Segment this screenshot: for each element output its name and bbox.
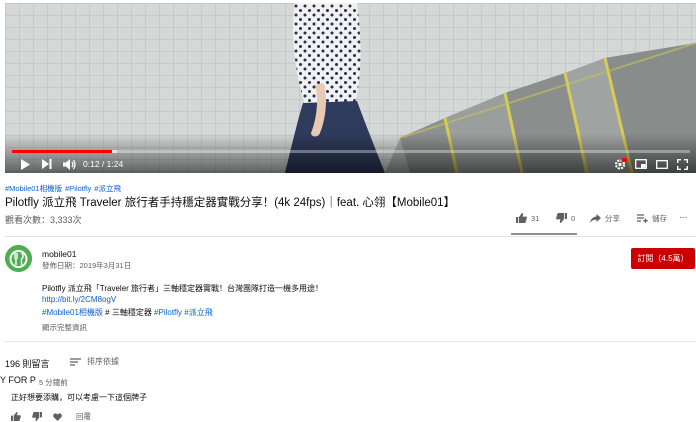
more-actions-button[interactable]: ... bbox=[679, 208, 687, 222]
time-separator: / bbox=[101, 159, 105, 169]
dislike-button[interactable]: 0 bbox=[556, 211, 575, 225]
video-title: Pilotfly 派立飛 Traveler 旅行者手持穩定器實戰分享！(4k 2… bbox=[5, 197, 456, 209]
avatar[interactable] bbox=[5, 245, 32, 272]
reply-button[interactable]: 回覆 bbox=[76, 411, 91, 422]
next-icon bbox=[42, 159, 52, 169]
hashtag-link[interactable]: #派立飛 bbox=[94, 184, 121, 193]
miniplayer-icon bbox=[635, 159, 647, 169]
dislike-count: 0 bbox=[571, 213, 576, 223]
show-more-button[interactable]: 顯示完整資訊 bbox=[42, 322, 87, 333]
like-button[interactable]: 31 bbox=[516, 211, 539, 225]
publish-date: 發佈日期：2019年3月31日 bbox=[42, 261, 132, 270]
comment-count: 196 則留言 bbox=[5, 359, 50, 369]
theater-button[interactable] bbox=[655, 157, 669, 171]
save-label: 儲存 bbox=[652, 213, 667, 223]
share-icon bbox=[590, 213, 601, 223]
sentiment-bar bbox=[511, 233, 577, 235]
share-label: 分享 bbox=[605, 213, 620, 223]
description-text: # 三軸穩定器 bbox=[102, 308, 155, 317]
mobile01-logo-icon bbox=[5, 245, 32, 272]
save-button[interactable]: 儲存 bbox=[637, 211, 667, 225]
volume-icon bbox=[62, 158, 76, 170]
fullscreen-icon bbox=[676, 158, 688, 170]
description-link-line: http://bit.ly/2CM8ogV bbox=[42, 295, 116, 304]
hashtag-link[interactable]: #Pilotfly bbox=[154, 308, 182, 317]
hashtag-link[interactable]: #派立飛 bbox=[184, 308, 212, 317]
more-icon: ... bbox=[679, 209, 688, 221]
settings-icon bbox=[614, 157, 627, 170]
comment-like-button[interactable] bbox=[11, 412, 21, 421]
comment-text: 正好想要添購，可以考慮一下這個牌子 bbox=[11, 393, 147, 402]
description-link[interactable]: http://bit.ly/2CM8ogV bbox=[42, 295, 116, 304]
thumbs-down-icon bbox=[556, 213, 567, 223]
volume-button[interactable] bbox=[62, 157, 76, 171]
progress-bar[interactable] bbox=[12, 150, 690, 153]
divider bbox=[5, 236, 696, 237]
sort-label: 排序依據 bbox=[87, 357, 119, 366]
played-bar bbox=[12, 150, 113, 153]
hashtag-list: #Mobile01相機版 #Pilotfly #派立飛 bbox=[5, 183, 124, 194]
sort-button[interactable]: 排序依據 bbox=[70, 356, 119, 367]
thumbs-down-icon bbox=[32, 412, 42, 421]
miniplayer-button[interactable] bbox=[634, 157, 648, 171]
description-line: Pilotfly 派立飛「Traveler 旅行者」三軸穩定器實戰！台灣團隊打造… bbox=[42, 284, 324, 293]
share-button[interactable]: 分享 bbox=[590, 211, 620, 225]
play-icon bbox=[21, 158, 30, 170]
divider bbox=[5, 341, 696, 342]
play-button[interactable] bbox=[19, 157, 31, 171]
description-tags-line: #Mobile01相機版 # 三軸穩定器 #Pilotfly #派立飛 bbox=[42, 307, 213, 318]
fullscreen-button[interactable] bbox=[675, 157, 689, 171]
duration: 1:24 bbox=[106, 159, 124, 169]
video-player[interactable]: 0:12 / 1:24 bbox=[5, 3, 696, 173]
subscribe-button[interactable]: 訂閱（4.5萬） bbox=[631, 248, 695, 269]
hashtag-link[interactable]: #Mobile01相機版 bbox=[42, 308, 103, 317]
theater-icon bbox=[656, 159, 668, 169]
thumbs-up-icon bbox=[516, 213, 527, 223]
comment-actions: 回覆 bbox=[11, 411, 91, 422]
channel-name[interactable]: mobile01 bbox=[42, 249, 77, 259]
view-count: 觀看次數：3,333次 bbox=[5, 215, 82, 225]
current-time: 0:12 bbox=[83, 159, 100, 169]
comment-author[interactable]: Y FOR P bbox=[0, 375, 36, 385]
thumbs-up-icon bbox=[11, 412, 21, 421]
hashtag-link[interactable]: #Mobile01相機版 bbox=[5, 184, 62, 193]
add-to-playlist-icon bbox=[637, 213, 648, 223]
settings-button[interactable] bbox=[613, 157, 627, 171]
like-count: 31 bbox=[531, 213, 540, 223]
sort-icon bbox=[70, 357, 81, 366]
comment-time[interactable]: 5 分鐘前 bbox=[39, 377, 68, 388]
hd-badge bbox=[621, 157, 627, 162]
heart-icon bbox=[53, 412, 62, 421]
comment-dislike-button[interactable] bbox=[32, 412, 42, 421]
time-display: 0:12 / 1:24 bbox=[83, 157, 123, 171]
hashtag-link[interactable]: #Pilotfly bbox=[65, 184, 91, 193]
next-button[interactable] bbox=[41, 157, 53, 171]
comment-heart-button[interactable] bbox=[53, 412, 62, 421]
